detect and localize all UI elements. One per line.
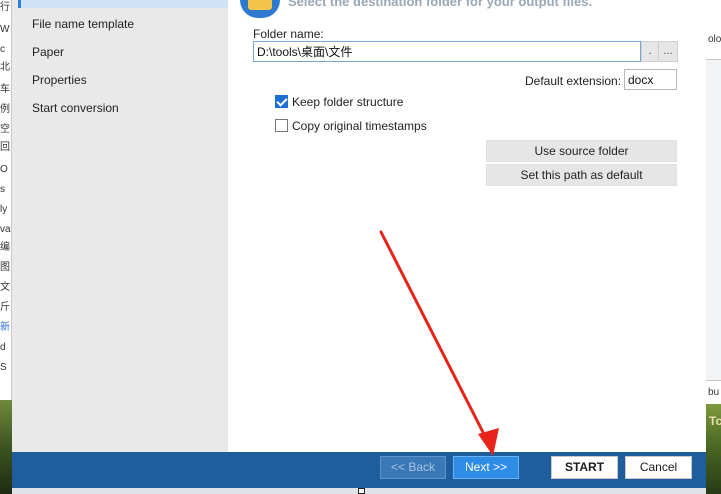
use-source-folder-button[interactable]: Use source folder bbox=[486, 140, 677, 162]
sidebar-item-properties[interactable]: Properties bbox=[32, 71, 87, 89]
background-text: d bbox=[0, 342, 6, 353]
background-text: W bbox=[0, 24, 10, 35]
start-button[interactable]: START bbox=[551, 456, 618, 479]
background-text: 北 bbox=[0, 62, 10, 73]
background-text: 空 bbox=[0, 124, 10, 135]
sidebar-item-destination-selected[interactable] bbox=[18, 0, 228, 8]
sidebar-item-start-conversion[interactable]: Start conversion bbox=[32, 99, 119, 117]
screen: 行 W c 北 车 例 空 回 O s ly va 编 图 文 斤 新 d S … bbox=[0, 0, 721, 494]
next-button[interactable]: Next >> bbox=[453, 456, 519, 479]
background-text: 行 bbox=[0, 2, 10, 13]
background-text: c bbox=[0, 44, 5, 55]
background-text: 回 bbox=[0, 142, 10, 153]
background-text: 车 bbox=[0, 84, 10, 95]
keep-folder-structure-checkbox[interactable] bbox=[275, 95, 288, 108]
background-text: ly bbox=[0, 204, 8, 215]
page-title: Select the destination folder for your o… bbox=[288, 0, 593, 9]
destination-page bbox=[228, 0, 706, 452]
background-text: 例 bbox=[0, 104, 10, 115]
background-panel-top: olo bbox=[706, 0, 721, 60]
background-text: 图 bbox=[0, 262, 10, 273]
sidebar-item-paper[interactable]: Paper bbox=[32, 43, 64, 61]
folder-name-label: Folder name: bbox=[253, 27, 324, 41]
background-text: O bbox=[0, 164, 8, 175]
folder-name-input[interactable] bbox=[253, 41, 641, 62]
background-wallpaper-left bbox=[0, 400, 12, 494]
background-text: bu bbox=[708, 387, 720, 398]
keep-folder-structure-label[interactable]: Keep folder structure bbox=[292, 95, 403, 109]
resize-handle[interactable] bbox=[358, 488, 365, 494]
background-text: 文 bbox=[0, 282, 10, 293]
background-window-left: 行 W c 北 车 例 空 回 O s ly va 编 图 文 斤 新 d S bbox=[0, 0, 12, 400]
wizard-footer: << Back Next >> START Cancel bbox=[12, 452, 706, 488]
background-text: s bbox=[0, 184, 5, 195]
default-extension-input[interactable] bbox=[624, 69, 677, 90]
copy-original-timestamps-label[interactable]: Copy original timestamps bbox=[292, 119, 427, 133]
folder-dot-button[interactable]: . bbox=[641, 41, 659, 62]
background-text: va bbox=[0, 224, 11, 235]
cancel-button[interactable]: Cancel bbox=[625, 456, 692, 479]
background-text: olo bbox=[708, 34, 721, 45]
background-wallpaper-right: Tc bbox=[706, 404, 721, 494]
sidebar-item-file-name-template[interactable]: File name template bbox=[32, 15, 134, 33]
background-text: 新 bbox=[0, 322, 10, 333]
background-text: Tc bbox=[709, 414, 721, 428]
default-extension-label: Default extension: bbox=[525, 74, 622, 88]
background-text: 编 bbox=[0, 242, 10, 253]
background-text: S bbox=[0, 362, 7, 373]
wizard-steps-sidebar: File name template Paper Properties Star… bbox=[12, 0, 228, 452]
background-window-right: olo bu Tc bbox=[706, 0, 721, 494]
set-path-as-default-button[interactable]: Set this path as default bbox=[486, 164, 677, 186]
conversion-wizard-dialog: File name template Paper Properties Star… bbox=[12, 0, 706, 494]
copy-original-timestamps-checkbox[interactable] bbox=[275, 119, 288, 132]
background-panel-mid: bu bbox=[706, 380, 721, 404]
back-button[interactable]: << Back bbox=[380, 456, 446, 479]
background-text: 斤 bbox=[0, 302, 10, 313]
browse-folder-button[interactable]: ... bbox=[658, 41, 678, 62]
